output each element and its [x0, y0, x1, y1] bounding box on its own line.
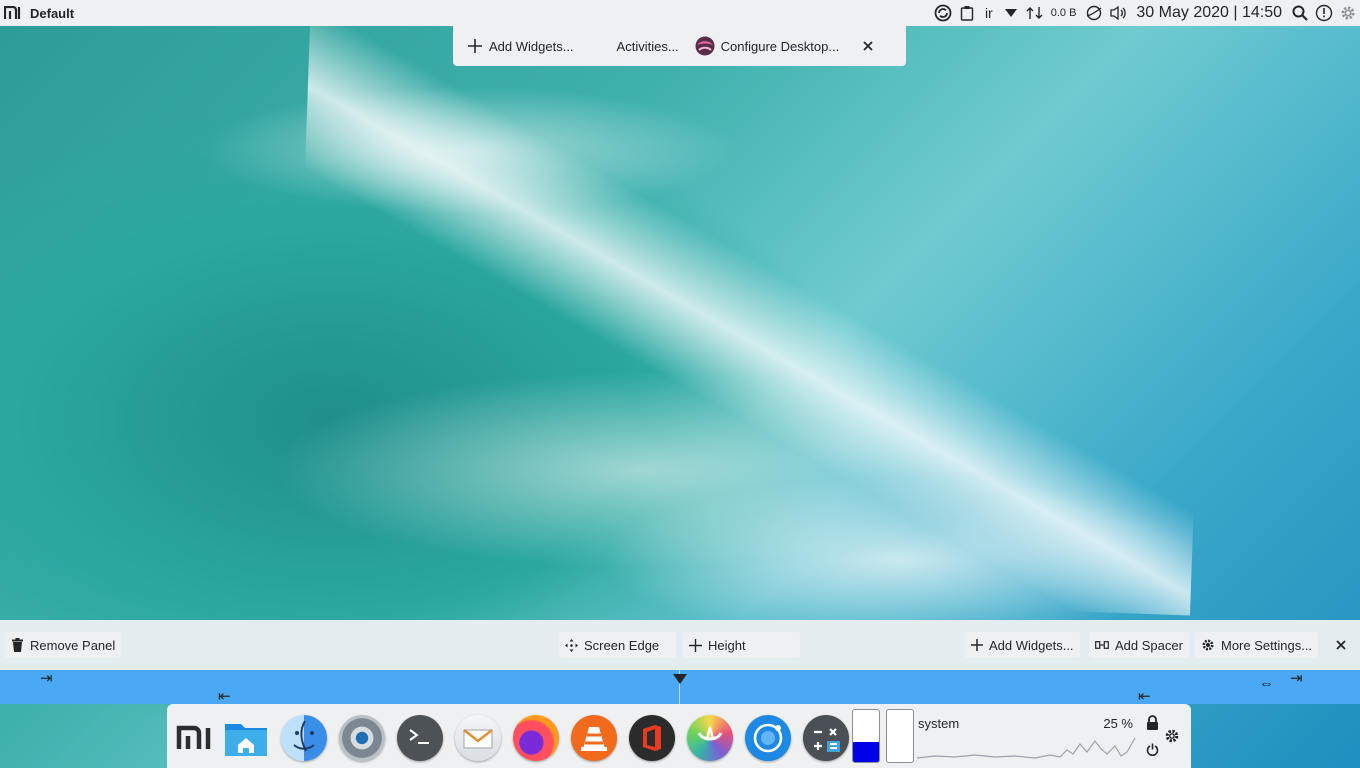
- close-panel-config-button[interactable]: [1330, 632, 1352, 658]
- add-widgets-panel-label: Add Widgets...: [989, 637, 1074, 653]
- desktop-config-icon: [695, 36, 715, 56]
- calculator-icon[interactable]: [802, 714, 850, 762]
- close-toolbox-button[interactable]: [855, 31, 881, 61]
- add-widgets-panel-button[interactable]: Add Widgets...: [965, 632, 1080, 658]
- remove-panel-button[interactable]: Remove Panel: [5, 632, 122, 658]
- gear-icon[interactable]: [1338, 0, 1358, 26]
- screen-edge-label: Screen Edge: [584, 637, 660, 653]
- xiaomi-launcher-icon[interactable]: [172, 714, 220, 762]
- network-rate: 0.0 B: [1050, 7, 1077, 19]
- network-globe-icon[interactable]: [1084, 0, 1104, 26]
- battery-gauge-secondary[interactable]: [886, 709, 914, 763]
- files-icon[interactable]: [222, 714, 270, 762]
- resize-icon: [689, 638, 702, 652]
- desktop-toolbox: Add Widgets... Activities... Configure D…: [453, 26, 906, 66]
- clipboard-icon[interactable]: [957, 0, 977, 26]
- left-min-length-handle[interactable]: ⇤: [218, 689, 231, 704]
- center-marker-icon[interactable]: [673, 672, 687, 687]
- activities-button[interactable]: Activities...: [609, 31, 687, 61]
- spacer-icon: [1095, 641, 1109, 649]
- volume-icon[interactable]: [1108, 0, 1128, 26]
- bottom-dock-panel: system 25 %: [167, 704, 1191, 768]
- lock-icon[interactable]: [1143, 713, 1161, 731]
- power-icon[interactable]: [1143, 740, 1161, 758]
- add-widgets-button[interactable]: Add Widgets...: [459, 31, 582, 61]
- panel-settings-gear-icon[interactable]: [1163, 727, 1181, 745]
- left-offset-handle[interactable]: ⇥: [40, 671, 53, 686]
- close-icon: [1336, 638, 1346, 653]
- system-settings-icon[interactable]: [338, 714, 386, 762]
- battery-fill: [853, 742, 879, 762]
- system-tray: ir 0.0 B 30 May 2020 | 14:50: [931, 0, 1360, 26]
- resize-cursor-icon: ⇔: [1259, 675, 1274, 692]
- system-monitor-widget[interactable]: system 25 %: [915, 710, 1137, 762]
- height-button[interactable]: Height: [683, 632, 800, 658]
- firefox-icon[interactable]: [512, 714, 560, 762]
- vlc-icon[interactable]: [570, 714, 618, 762]
- office-icon[interactable]: [628, 714, 676, 762]
- top-panel: Default ir 0.0 B 30 May 2020 | 14:50: [0, 0, 1360, 26]
- plus-icon: [467, 38, 483, 54]
- krita-icon[interactable]: [686, 714, 734, 762]
- add-spacer-button[interactable]: Add Spacer: [1089, 632, 1189, 658]
- system-monitor-label: system: [918, 716, 960, 731]
- remove-panel-label: Remove Panel: [30, 637, 116, 653]
- activities-label: Activities...: [616, 38, 679, 54]
- terminal-icon[interactable]: [396, 714, 444, 762]
- more-settings-label: More Settings...: [1221, 637, 1313, 653]
- web-browser-icon[interactable]: [744, 714, 792, 762]
- more-settings-button[interactable]: More Settings...: [1195, 632, 1319, 658]
- trash-icon: [11, 638, 24, 652]
- notifications-icon[interactable]: [1314, 0, 1334, 26]
- mail-icon[interactable]: [454, 714, 502, 762]
- add-widgets-label: Add Widgets...: [489, 38, 574, 54]
- keyboard-layout[interactable]: ir: [985, 5, 993, 21]
- network-updown-icon[interactable]: [1025, 0, 1045, 26]
- move-icon: [565, 638, 578, 652]
- close-icon: [863, 39, 873, 54]
- cpu-usage-graph: [916, 737, 1136, 759]
- panel-ruler: ⇥ ⇤ ⇤ ⇔ ⇥: [0, 670, 1360, 704]
- window-title: Default: [30, 5, 75, 21]
- xiaomi-logo-icon[interactable]: [4, 6, 24, 20]
- system-monitor-value: 25 %: [1103, 716, 1133, 731]
- right-max-length-handle[interactable]: ⇥: [1290, 671, 1303, 686]
- battery-gauge[interactable]: [852, 709, 880, 763]
- chevron-down-icon[interactable]: [1001, 0, 1021, 26]
- height-label: Height: [708, 637, 746, 653]
- wave-crest: [290, 24, 1210, 616]
- screen-edge-button[interactable]: Screen Edge: [559, 632, 676, 658]
- finder-icon[interactable]: [280, 714, 328, 762]
- plus-icon: [971, 639, 983, 651]
- gear-icon: [1201, 638, 1215, 652]
- search-icon[interactable]: [1290, 0, 1310, 26]
- configure-desktop-label: Configure Desktop...: [720, 38, 840, 54]
- configure-desktop-button[interactable]: Configure Desktop...: [687, 31, 848, 61]
- updates-icon[interactable]: [933, 0, 953, 26]
- right-min-length-handle[interactable]: ⇤: [1138, 689, 1151, 704]
- add-spacer-label: Add Spacer: [1115, 637, 1183, 653]
- panel-config-bar: Remove Panel Screen Edge Height Add Widg…: [0, 620, 1360, 670]
- clock[interactable]: 30 May 2020 | 14:50: [1136, 4, 1282, 22]
